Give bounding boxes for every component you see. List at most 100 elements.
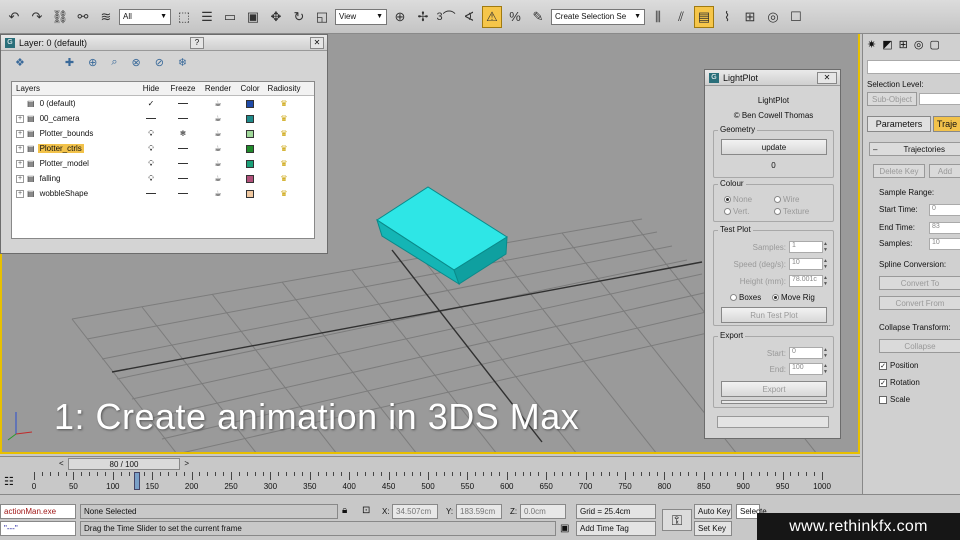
layer-row[interactable]: + ▤ Plotter_model 💡︎ ☕︎ ♛ (12, 156, 314, 171)
delete-layer-icon[interactable]: ✚ (65, 56, 74, 69)
percent-snap-icon[interactable]: ⚠ (482, 5, 502, 28)
radiosity-icon[interactable]: ♛ (280, 174, 287, 183)
render-setup-icon[interactable]: ☐ (786, 6, 806, 28)
lock-icon[interactable]: 🔒︎ (342, 505, 347, 516)
x-coordinate-field[interactable]: 34.507cm (392, 504, 438, 519)
colour-radio-texture[interactable]: Texture (774, 207, 809, 216)
expand-icon[interactable]: + (16, 189, 24, 198)
layer-name[interactable]: 00_camera (38, 114, 82, 123)
collapse-button[interactable]: Collapse (879, 339, 960, 353)
export-button[interactable]: Export (721, 381, 827, 397)
dash-icon[interactable] (178, 148, 188, 150)
motion-tab-icon[interactable]: ◎ (914, 38, 924, 51)
z-coordinate-field[interactable]: 0.0cm (520, 504, 566, 519)
layer-row[interactable]: ▤ 0 (default) ✓ ☕︎ ♛ (12, 96, 314, 111)
track-bar[interactable]: 0 50 100 150 200 250 300 350 400 450 500 550 600 650 7… (30, 472, 831, 492)
layer-name[interactable]: Plotter_bounds (38, 129, 96, 138)
layer-color-swatch[interactable] (246, 159, 254, 168)
time-slider[interactable]: < 80 / 100 > (59, 458, 189, 470)
move-icon[interactable]: ✥ (266, 6, 286, 28)
column-header-render[interactable]: Render (200, 84, 236, 93)
move-rig-radio[interactable]: Move Rig (772, 293, 815, 302)
dash-icon[interactable] (146, 118, 156, 120)
start-time-field[interactable]: 0 (929, 204, 960, 216)
column-header-layers[interactable]: Layers (12, 84, 136, 93)
close-icon[interactable]: ✕ (309, 36, 324, 49)
time-slider-next-arrow[interactable]: > (184, 459, 189, 468)
named-selection-set-select[interactable]: Create Selection Se ▼ (551, 8, 645, 25)
run-test-plot-button[interactable]: Run Test Plot (721, 307, 827, 323)
rotation-checkbox[interactable]: ✓ Rotation (879, 378, 920, 387)
layer-color-swatch[interactable] (246, 114, 254, 123)
set-key-button[interactable]: Set Key (694, 521, 732, 536)
teapot-icon[interactable]: ☕︎ (214, 99, 221, 108)
dash-icon[interactable] (146, 193, 156, 195)
teapot-icon[interactable]: ☕︎ (214, 129, 221, 138)
teapot-icon[interactable]: ☕︎ (214, 144, 221, 153)
expand-icon[interactable]: + (16, 144, 24, 153)
trajectories-tab[interactable]: Traje (933, 116, 960, 132)
dash-icon[interactable] (178, 178, 188, 180)
dash-icon[interactable] (178, 103, 188, 105)
material-editor-icon[interactable]: ◎ (763, 6, 783, 28)
layer-name[interactable]: falling (38, 174, 63, 183)
column-header-radiosity[interactable]: Radiosity (264, 84, 304, 93)
layer-color-swatch[interactable] (246, 144, 254, 153)
cyan-box[interactable] (376, 186, 508, 286)
lightbulb-icon[interactable]: 💡︎ (148, 129, 154, 138)
hide-all-icon[interactable]: ⊘ (155, 56, 164, 69)
expand-icon[interactable]: + (16, 174, 24, 183)
bind-space-warp-icon[interactable]: ≋ (96, 6, 116, 28)
samples-field[interactable]: 10 (929, 238, 960, 250)
layer-color-swatch[interactable] (246, 129, 254, 138)
boxes-radio[interactable]: Boxes (730, 293, 761, 302)
delete-key-button[interactable]: Delete Key (873, 164, 925, 178)
window-crossing-icon[interactable]: ▣ (243, 6, 263, 28)
layer-window-titlebar[interactable]: G Layer: 0 (default) ? ✕ (1, 35, 327, 51)
scale-checkbox[interactable]: Scale (879, 395, 910, 404)
highlight-layer-icon[interactable]: ⊗ (131, 56, 140, 69)
layer-color-swatch[interactable] (246, 174, 254, 183)
layer-row[interactable]: + ▤ falling 💡︎ ☕︎ ♛ (12, 171, 314, 186)
mirror-icon[interactable]: ⫼ (648, 6, 668, 28)
teapot-icon[interactable]: ☕︎ (214, 174, 221, 183)
colour-radio-wire[interactable]: Wire (774, 195, 799, 204)
layer-color-swatch[interactable] (246, 189, 254, 198)
expand-icon[interactable]: + (16, 114, 24, 123)
freeze-all-icon[interactable]: ❄ (178, 56, 187, 69)
scale-icon[interactable]: ◱ (312, 6, 332, 28)
layer-row[interactable]: + ▤ 00_camera ☕︎ ♛ (12, 111, 314, 126)
dash-icon[interactable] (178, 163, 188, 165)
teapot-icon[interactable]: ☕︎ (214, 159, 221, 168)
selection-filter-select[interactable]: All ▼ (119, 8, 171, 25)
radiosity-icon[interactable]: ♛ (280, 144, 287, 153)
convert-from-button[interactable]: Convert From (879, 296, 960, 310)
parameters-tab[interactable]: Parameters (867, 116, 931, 132)
radiosity-icon[interactable]: ♛ (280, 114, 287, 123)
rotate-icon[interactable]: ↻ (289, 6, 309, 28)
time-slider-prev-arrow[interactable]: < (59, 459, 64, 468)
radiosity-icon[interactable]: ♛ (280, 129, 287, 138)
lightbulb-icon[interactable]: 💡︎ (148, 159, 154, 168)
layer-name[interactable]: 0 (default) (38, 99, 78, 108)
lightbulb-icon[interactable]: 💡︎ (148, 144, 154, 153)
layer-row[interactable]: + ▤ wobbleShape ☕︎ ♛ (12, 186, 314, 201)
align-icon[interactable]: ⫽ (671, 6, 691, 28)
column-header-hide[interactable]: Hide (136, 84, 166, 93)
add-key-button[interactable]: Add (929, 164, 960, 178)
mini-curve-editor-icon[interactable]: ☷ (4, 475, 14, 488)
end-time-field[interactable]: 83 (929, 222, 960, 234)
schematic-view-icon[interactable]: ⊞ (740, 6, 760, 28)
radiosity-icon[interactable]: ♛ (280, 189, 287, 198)
add-to-layer-icon[interactable]: ⊕ (88, 56, 97, 69)
redo-icon[interactable]: ↷ (27, 6, 47, 28)
layer-name[interactable]: Plotter_ctrls (37, 144, 84, 153)
radiosity-icon[interactable]: ♛ (280, 99, 287, 108)
export-start-spinner[interactable]: Start: 0 ▲ ▼ (767, 347, 829, 359)
curve-editor-icon[interactable]: ⌇ (717, 6, 737, 28)
time-cursor[interactable] (134, 472, 141, 490)
colour-radio-vert[interactable]: Vert. (724, 207, 749, 216)
trajectories-rollout-header[interactable]: – Trajectories (869, 142, 960, 156)
spinner-snap-icon[interactable]: % (505, 6, 525, 28)
add-time-tag-button[interactable]: Add Time Tag (576, 521, 656, 536)
